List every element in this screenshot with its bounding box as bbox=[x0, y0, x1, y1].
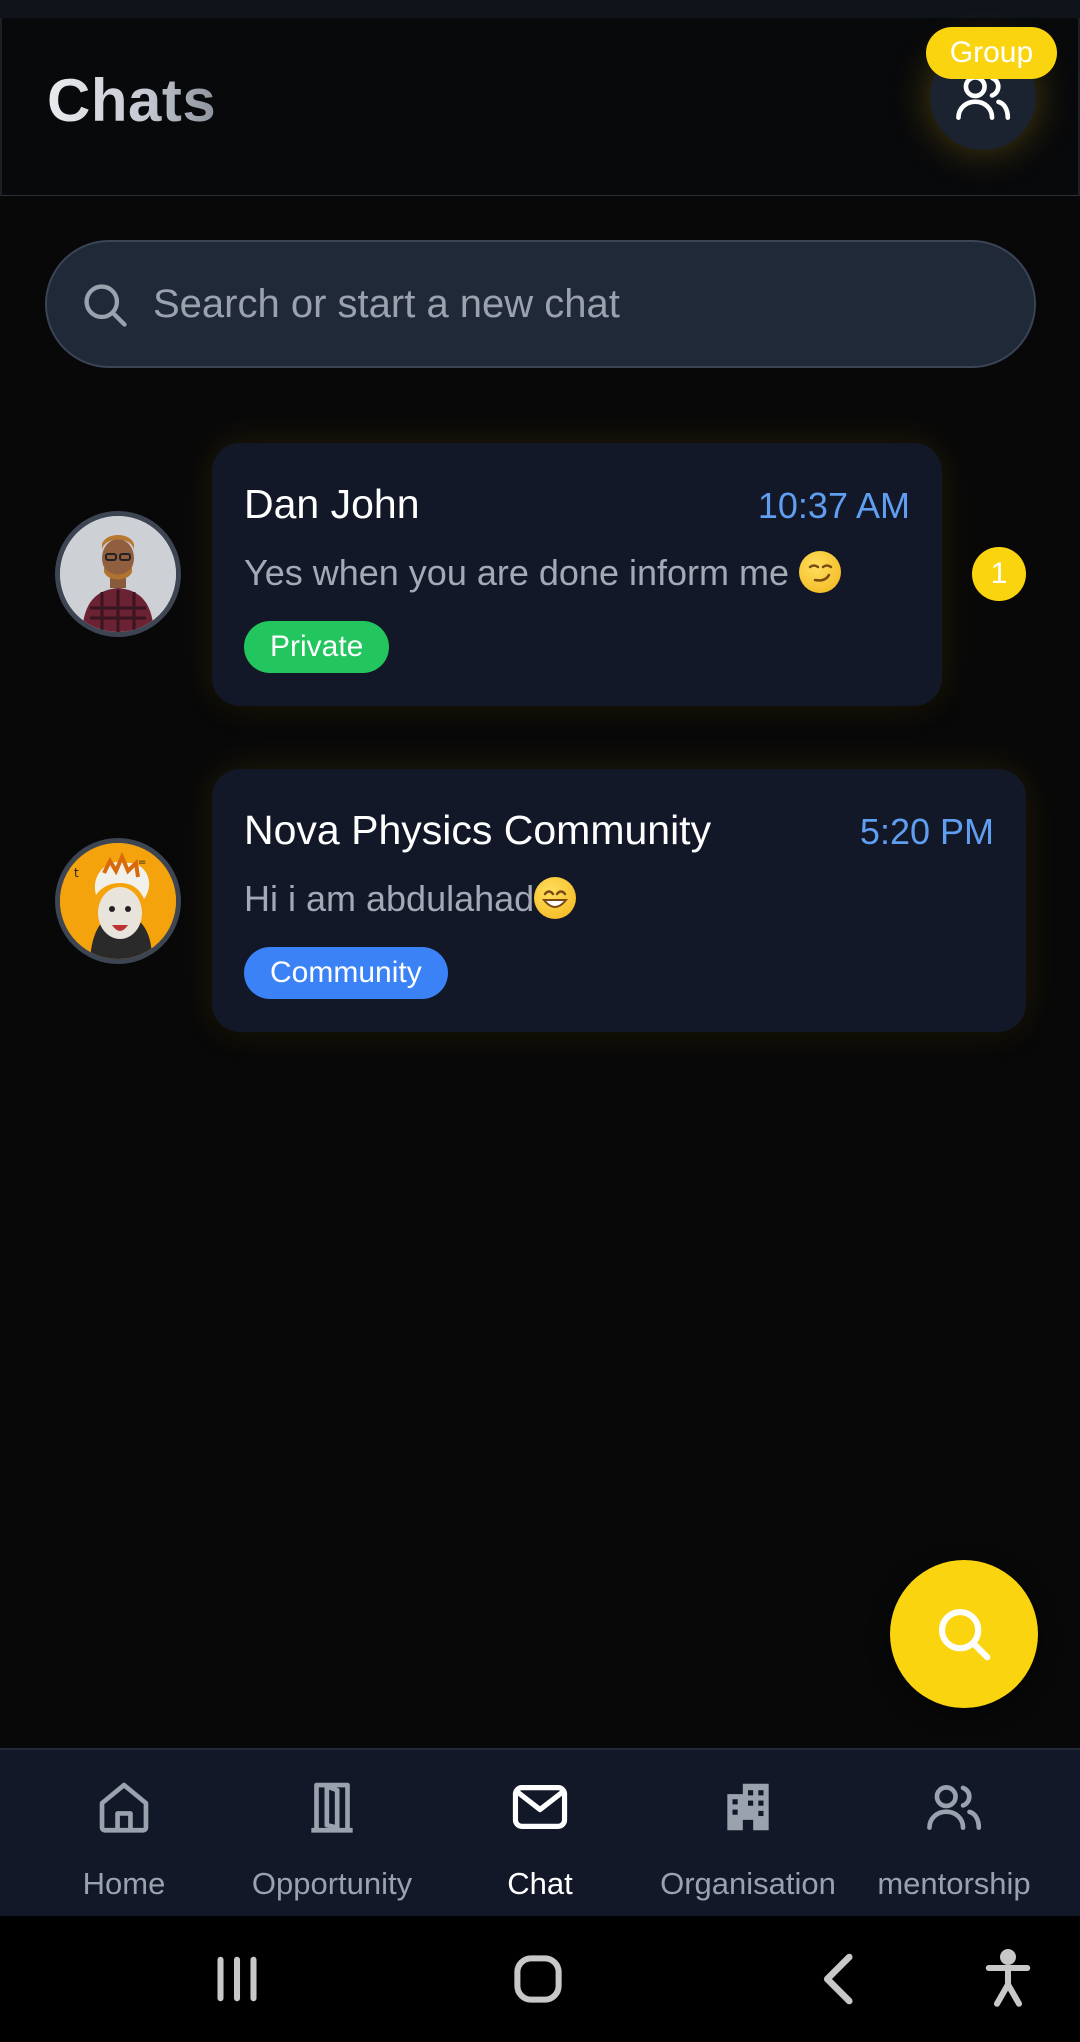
community-logo-icon: t = bbox=[60, 843, 176, 959]
search-icon bbox=[938, 1608, 991, 1661]
nav-label: Opportunity bbox=[251, 1866, 413, 1901]
chat-type-badge: Private bbox=[244, 621, 390, 673]
page-title: Chats bbox=[47, 67, 217, 134]
svg-text:t: t bbox=[74, 866, 79, 880]
search-bar[interactable]: Search or start a new chat bbox=[45, 240, 1036, 368]
avatar[interactable]: t = bbox=[55, 838, 181, 964]
avatar[interactable] bbox=[55, 511, 181, 637]
smirking-face-icon bbox=[799, 551, 842, 593]
chat-type-badge: Community bbox=[244, 947, 448, 999]
door-icon bbox=[311, 1782, 353, 1833]
search-input[interactable]: Search or start a new chat bbox=[153, 242, 620, 366]
chat-last-message: Yes when you are done inform me bbox=[244, 551, 842, 594]
nav-item-opportunity[interactable]: Opportunity bbox=[224, 1750, 440, 1918]
users-icon bbox=[927, 1785, 982, 1830]
chat-name: Nova Physics Community bbox=[244, 807, 712, 853]
grinning-face-icon bbox=[534, 877, 577, 919]
app-header: Chats bbox=[0, 18, 1080, 196]
nav-item-home[interactable]: Home bbox=[16, 1750, 232, 1918]
status-bar bbox=[0, 0, 1080, 18]
mail-icon bbox=[512, 1785, 568, 1829]
recent-apps-icon[interactable] bbox=[204, 1946, 270, 2012]
system-navigation-bar bbox=[0, 1916, 1080, 2042]
nav-item-mentorship[interactable]: mentorship bbox=[846, 1750, 1062, 1918]
profile-photo-icon bbox=[60, 516, 176, 632]
nav-label: mentorship bbox=[877, 1866, 1031, 1901]
nav-label: Organisation bbox=[660, 1866, 836, 1901]
home-button-icon[interactable] bbox=[505, 1946, 571, 2012]
unread-count-badge: 1 bbox=[972, 547, 1026, 601]
building-icon bbox=[727, 1783, 769, 1831]
chat-message-text: Yes when you are done inform me bbox=[244, 552, 789, 593]
chat-time: 5:20 PM bbox=[859, 811, 994, 852]
search-icon bbox=[84, 284, 127, 327]
nav-item-chat[interactable]: Chat bbox=[432, 1750, 648, 1918]
chat-message-text: Hi i am abdulahad bbox=[244, 878, 535, 919]
chat-item[interactable]: Nova Physics Community 5:20 PM Hi i am a… bbox=[212, 769, 1026, 1032]
chat-last-message: Hi i am abdulahad bbox=[244, 877, 577, 920]
chat-name: Dan John bbox=[244, 481, 420, 527]
floating-search-button[interactable] bbox=[890, 1560, 1038, 1708]
accessibility-icon[interactable] bbox=[975, 1946, 1041, 2012]
bottom-navigation: Home Opportunity Chat Organisation mento… bbox=[0, 1748, 1080, 1916]
nav-label: Chat bbox=[507, 1866, 573, 1901]
svg-text:=: = bbox=[138, 857, 146, 868]
chat-item[interactable]: Dan John 10:37 AM Yes when you are done … bbox=[212, 443, 942, 706]
chat-time: 10:37 AM bbox=[757, 485, 910, 526]
nav-item-organisation[interactable]: Organisation bbox=[640, 1750, 856, 1918]
home-icon bbox=[99, 1782, 149, 1833]
group-badge[interactable]: Group bbox=[926, 27, 1057, 79]
back-icon[interactable] bbox=[808, 1946, 874, 2012]
nav-label: Home bbox=[82, 1866, 166, 1901]
